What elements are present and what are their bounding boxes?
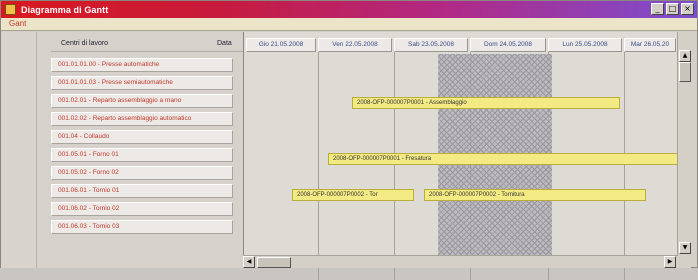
work-centers-header: Centri di lavoro Data bbox=[37, 38, 243, 52]
work-center-row[interactable]: 001.06.01 - Tornio 01 bbox=[51, 184, 233, 198]
gantt-task-bar[interactable]: 2008-OFP-000007P0002 - Tor bbox=[292, 189, 414, 201]
scroll-up-arrow-icon[interactable]: ▲ bbox=[679, 50, 691, 62]
date-column-header[interactable]: Lun 25.05.2008 bbox=[548, 38, 622, 52]
scrollbar-corner bbox=[677, 256, 691, 268]
day-gridline bbox=[394, 52, 395, 280]
work-center-row[interactable]: 001.02.02 - Reparto assemblaggio automat… bbox=[51, 112, 233, 126]
horizontal-scroll-thumb[interactable] bbox=[257, 257, 291, 268]
date-column-header[interactable]: Dom 24.05.2008 bbox=[470, 38, 546, 52]
day-gridline bbox=[624, 52, 625, 280]
work-centers-list: 001.01.01.00 - Presse automatiche 001.01… bbox=[51, 58, 233, 238]
work-centers-panel: Centri di lavoro Data 001.01.01.00 - Pre… bbox=[37, 32, 243, 268]
work-center-row[interactable]: 001.01.01.00 - Presse automatiche bbox=[51, 58, 233, 72]
work-center-row[interactable]: 001.06.02 - Tornio 02 bbox=[51, 202, 233, 216]
date-column-header[interactable]: Sab 23.05.2008 bbox=[394, 38, 468, 52]
gantt-task-bar[interactable]: 2008-OFP-000007P0001 - Fresatura bbox=[328, 153, 678, 165]
vertical-scrollbar[interactable]: ▲ ▼ bbox=[677, 32, 691, 256]
work-center-row[interactable]: 001.02.01 - Reparto assemblaggio a mano bbox=[51, 94, 233, 108]
work-center-row[interactable]: 001.05.02 - Forno 02 bbox=[51, 166, 233, 180]
date-column-header[interactable]: Gio 21.05.2008 bbox=[246, 38, 316, 52]
date-column-header[interactable]: Mar 26.05.20 bbox=[624, 38, 676, 52]
date-column-header[interactable]: Ven 22.05.2008 bbox=[318, 38, 392, 52]
work-center-row[interactable]: 001.05.01 - Forno 01 bbox=[51, 148, 233, 162]
gantt-chart-area: Gio 21.05.2008 Ven 22.05.2008 Sab 23.05.… bbox=[243, 32, 678, 280]
window-title: Diagramma di Gantt bbox=[21, 4, 109, 15]
scroll-left-arrow-icon[interactable]: ◀ bbox=[243, 256, 255, 268]
gantt-task-bar[interactable]: 2008-OFP-000007P0001 - Assemblaggio bbox=[352, 97, 620, 109]
window-controls: _ □ × bbox=[651, 3, 694, 15]
title-bar[interactable]: Diagramma di Gantt _ □ × bbox=[1, 1, 697, 18]
work-center-row[interactable]: 001.01.01.03 - Presse semiautomatiche bbox=[51, 76, 233, 90]
minimize-icon[interactable]: _ bbox=[651, 3, 664, 15]
scroll-down-arrow-icon[interactable]: ▼ bbox=[679, 242, 691, 254]
work-center-row[interactable]: 001.04 - Collaudo bbox=[51, 130, 233, 144]
left-margin bbox=[1, 32, 37, 268]
maximize-icon[interactable]: □ bbox=[666, 3, 679, 15]
day-gridline bbox=[318, 52, 319, 280]
gantt-task-bar[interactable]: 2008-OFP-000007P0002 - Tornitura bbox=[424, 189, 646, 201]
gantt-window: Diagramma di Gantt _ □ × Gant Centri di … bbox=[0, 0, 698, 280]
date-header-label: Data bbox=[217, 40, 232, 47]
scroll-right-arrow-icon[interactable]: ▶ bbox=[664, 256, 676, 268]
work-center-row[interactable]: 001.06.03 - Tornio 03 bbox=[51, 220, 233, 234]
close-icon[interactable]: × bbox=[681, 3, 694, 15]
work-centers-header-label: Centri di lavoro bbox=[61, 40, 109, 47]
menu-item-gant[interactable]: Gant bbox=[9, 19, 26, 28]
horizontal-scrollbar[interactable]: ◀ ▶ bbox=[243, 255, 677, 268]
vertical-scroll-thumb[interactable] bbox=[679, 62, 691, 82]
menu-bar: Gant bbox=[1, 18, 697, 31]
gantt-app-icon bbox=[5, 4, 16, 15]
